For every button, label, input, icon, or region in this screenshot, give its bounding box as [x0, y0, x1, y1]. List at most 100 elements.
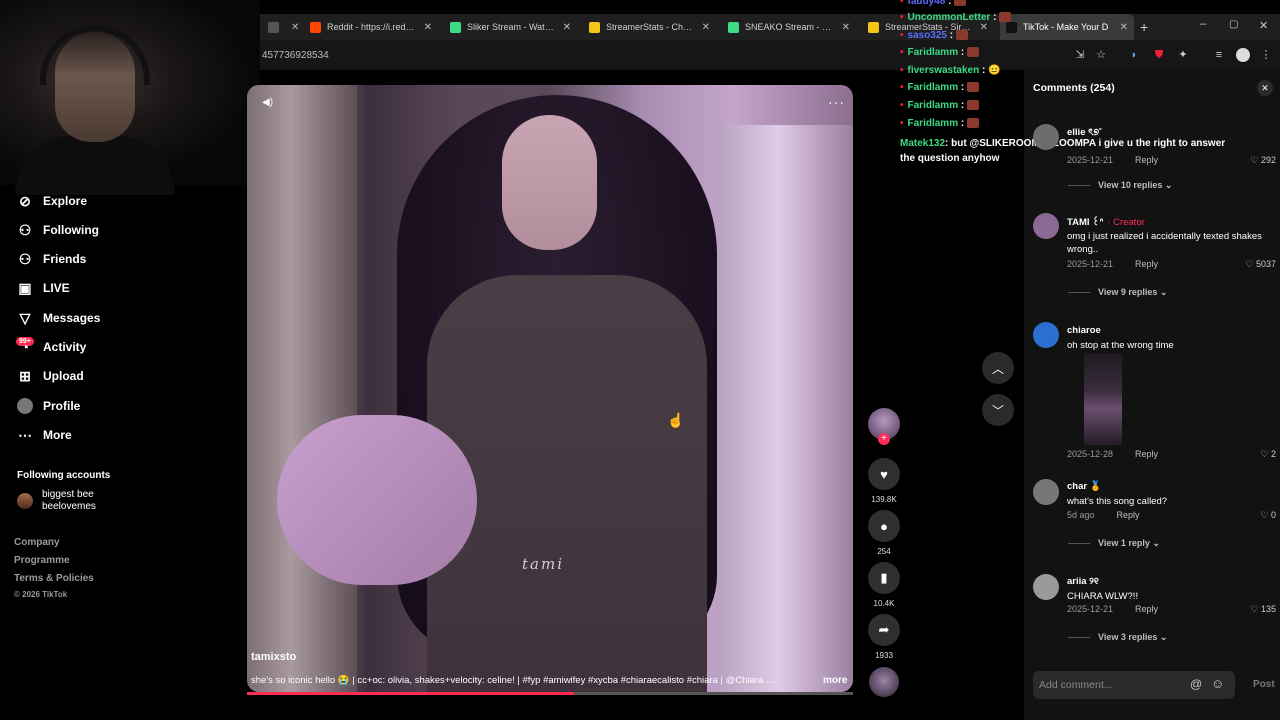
previous-video-button[interactable]: ︿	[982, 352, 1014, 384]
avatar[interactable]	[17, 493, 33, 509]
comment-image[interactable]	[1084, 353, 1122, 445]
comment-like[interactable]: ♡ 135	[1250, 604, 1276, 615]
menu-dots-icon[interactable]: ⋮	[1259, 48, 1273, 62]
minimize-button[interactable]: –	[1200, 18, 1206, 30]
avatar[interactable]	[1033, 574, 1059, 600]
comment-author[interactable]: char 🏅	[1067, 481, 1102, 492]
comment-author[interactable]: ariia ୨୧	[1067, 576, 1099, 587]
avatar[interactable]	[1033, 213, 1059, 239]
reply-button[interactable]: Reply	[1135, 604, 1158, 614]
tab-close-icon[interactable]: ✕	[702, 22, 710, 33]
tab-close-icon[interactable]: ✕	[424, 22, 432, 33]
sound-disc[interactable]	[869, 667, 899, 697]
comment-author-name[interactable]: char 🏅	[1067, 481, 1102, 492]
heart-outline-icon[interactable]: ♡	[1245, 259, 1256, 269]
adblock-icon[interactable]: ⛊	[1152, 48, 1166, 62]
heart-outline-icon[interactable]: ♡	[1260, 510, 1271, 520]
footer-programme[interactable]: Programme	[14, 555, 70, 566]
tab-close-icon[interactable]: ✕	[980, 22, 988, 33]
avatar[interactable]	[1033, 479, 1059, 505]
sidebar-item-friends[interactable]: ⚇ Friends	[17, 251, 87, 267]
tab-close-icon[interactable]: ✕	[563, 22, 571, 33]
reply-button[interactable]: Reply	[1135, 155, 1158, 165]
url-text[interactable]: 457736928534	[262, 50, 329, 61]
avatar[interactable]	[1033, 124, 1059, 150]
video-player[interactable]: tami	[247, 85, 853, 692]
view-replies-button[interactable]: View 10 replies ⌄	[1068, 180, 1172, 191]
follow-plus-icon[interactable]: +	[878, 433, 890, 445]
following-account-name[interactable]: biggest bee	[42, 489, 94, 500]
sidebar-item-upload[interactable]: ⊞ Upload	[17, 368, 84, 384]
share-button[interactable]: ➦ 1933	[868, 614, 900, 660]
reply-button[interactable]: Reply	[1135, 449, 1158, 459]
comment-like[interactable]: ♡ 5037	[1245, 259, 1276, 270]
sidebar-item-live[interactable]: ▣ LIVE	[17, 280, 69, 296]
tab-close-icon[interactable]: ✕	[291, 22, 299, 33]
reply-button[interactable]: Reply	[1117, 510, 1140, 520]
media-control-icon[interactable]: ≡	[1212, 48, 1226, 62]
sidebar-item-profile[interactable]: Profile	[17, 398, 80, 414]
view-replies-label[interactable]: View 3 replies	[1098, 632, 1157, 642]
heart-outline-icon[interactable]: ♡	[1250, 604, 1261, 614]
sidebar-item-messages[interactable]: ▽ Messages	[17, 310, 101, 326]
comment-author-name[interactable]: TAMI ꒰ᐢ	[1067, 217, 1103, 228]
browser-tab[interactable]: StreamerStats - Cheeseef ✕	[583, 14, 716, 40]
add-comment-input[interactable]: Add comment...	[1039, 679, 1113, 691]
view-replies-label[interactable]: View 9 replies	[1098, 287, 1157, 297]
install-icon[interactable]: ⇲	[1073, 48, 1087, 62]
browser-tab[interactable]: Sliker Stream - Watch Liv ✕	[444, 14, 577, 40]
comment-like[interactable]: ♡ 0	[1260, 510, 1276, 521]
comment-icon[interactable]: ●	[868, 510, 900, 542]
sidebar-item-activity[interactable]: ◔ Activity	[17, 339, 87, 355]
bookmark-star-icon[interactable]: ☆	[1094, 48, 1108, 62]
heart-outline-icon[interactable]: ♡	[1260, 449, 1271, 459]
video-author[interactable]: tamixsto	[251, 651, 296, 663]
extension-icon[interactable]: ◗	[1127, 48, 1141, 62]
comment-author[interactable]: chiaroe	[1067, 325, 1101, 336]
sidebar-item-more[interactable]: ⋯ More	[17, 427, 72, 443]
footer-terms[interactable]: Terms & Policies	[14, 573, 94, 584]
video-more-icon[interactable]: ···	[828, 94, 845, 110]
avatar[interactable]	[1033, 322, 1059, 348]
view-replies-button[interactable]: View 3 replies ⌄	[1068, 632, 1167, 643]
browser-tab[interactable]: - You✕	[262, 14, 302, 40]
new-tab-button[interactable]: +	[1140, 19, 1148, 35]
post-button[interactable]: Post	[1253, 679, 1275, 690]
browser-tab[interactable]: Reddit - https://i.redd.it/0 ✕	[304, 14, 438, 40]
puzzle-icon[interactable]: ✦	[1176, 48, 1190, 62]
tab-close-icon[interactable]: ✕	[1120, 22, 1128, 33]
heart-outline-icon[interactable]: ♡	[1250, 155, 1261, 165]
sidebar-item-explore[interactable]: ⊘ Explore	[17, 193, 87, 209]
comment-author-name[interactable]: ellie ৎ୭˚	[1067, 127, 1102, 138]
comment-button[interactable]: ● 254	[868, 510, 900, 556]
following-account-handle[interactable]: beelovemes	[42, 501, 96, 512]
restore-button[interactable]: ▢	[1229, 19, 1238, 30]
view-replies-button[interactable]: View 1 reply ⌄	[1068, 538, 1160, 549]
view-replies-label[interactable]: View 1 reply	[1098, 538, 1150, 548]
profile-icon[interactable]	[1236, 48, 1250, 62]
caption-more-button[interactable]: more	[823, 675, 847, 686]
browser-tab[interactable]: SNEAKO Stream - Watch ✕	[722, 14, 856, 40]
emoji-icon[interactable]: ☺	[1211, 676, 1224, 691]
like-button[interactable]: ♥ 139.8K	[868, 458, 900, 504]
comment-author[interactable]: TAMI ꒰ᐢ · Creator	[1067, 216, 1145, 228]
footer-company[interactable]: Company	[14, 537, 60, 548]
view-replies-button[interactable]: View 9 replies ⌄	[1068, 287, 1167, 298]
tab-close-icon[interactable]: ✕	[842, 22, 850, 33]
comment-like[interactable]: ♡ 2	[1260, 449, 1276, 460]
bookmark-icon[interactable]: ▮	[868, 562, 900, 594]
browser-tab[interactable]: TikTok - Make Your D ✕	[1000, 14, 1134, 40]
volume-icon[interactable]: ◀)	[262, 97, 273, 108]
comment-author[interactable]: ellie ৎ୭˚	[1067, 126, 1102, 141]
next-video-button[interactable]: ﹀	[982, 394, 1014, 426]
sidebar-item-following[interactable]: ⚇ Following	[17, 222, 99, 238]
comment-like[interactable]: ♡ 292	[1250, 155, 1276, 166]
heart-icon[interactable]: ♥	[868, 458, 900, 490]
reply-button[interactable]: Reply	[1135, 259, 1158, 269]
close-window-button[interactable]: ✕	[1259, 19, 1268, 32]
close-icon[interactable]: ✕	[1257, 80, 1273, 96]
view-replies-label[interactable]: View 10 replies	[1098, 180, 1162, 190]
video-progress-bar[interactable]	[247, 692, 853, 695]
comment-author-name[interactable]: chiaroe	[1067, 325, 1101, 336]
mention-icon[interactable]: @	[1190, 677, 1202, 691]
